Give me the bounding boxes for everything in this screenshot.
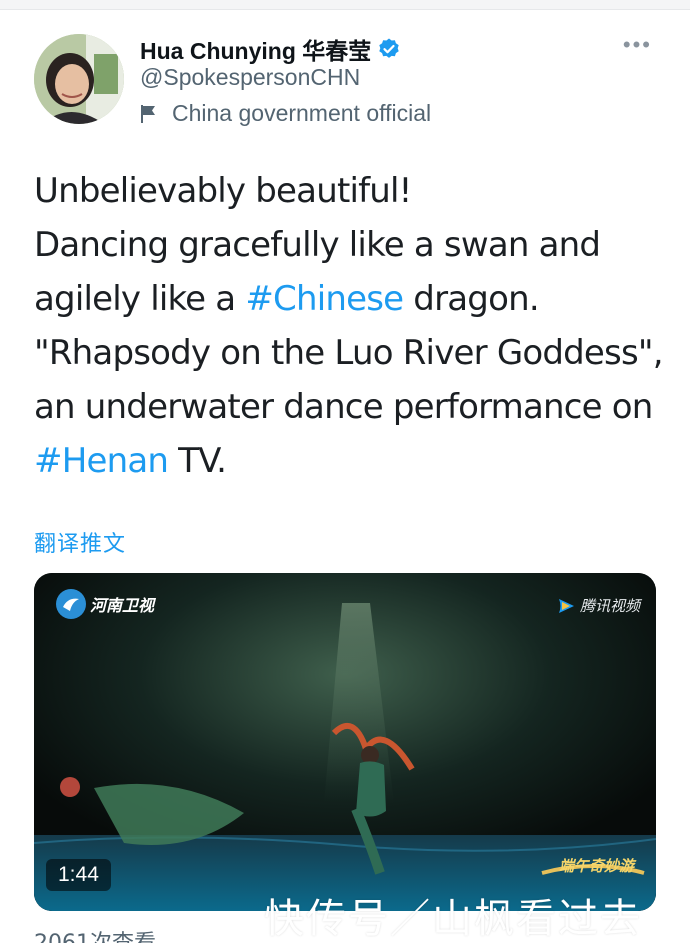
program-logo: 端午奇妙游 [558,858,634,875]
top-divider [0,0,690,10]
tweet-line: Dancing gracefully like a swan and [34,225,601,265]
tweet-line: an underwater dance performance on [34,387,653,427]
henan-tv-logo-icon [56,589,86,619]
tweet-text: Unbelievably beautiful! Dancing graceful… [34,164,674,488]
tencent-video-logo: 腾讯视频 [556,595,640,616]
tweet-header: Hua Chunying 华春莹 @SpokespersonCHN China … [34,30,664,130]
government-label: China government official [140,100,431,127]
henan-tv-logo: 河南卫视 [56,589,154,619]
author-handle[interactable]: @SpokespersonCHN [140,64,360,91]
video-duration: 1:44 [46,859,111,891]
video-player[interactable]: 河南卫视 腾讯视频 端午奇妙游 1:44 [34,573,656,911]
tweet-line: Unbelievably beautiful! [34,171,412,211]
tweet-line: #Henan TV. [34,441,227,481]
translate-tweet-link[interactable]: 翻译推文 [34,526,126,558]
government-label-text: China government official [172,100,432,126]
author-row: Hua Chunying 华春莹 [140,32,401,66]
tweet-line: "Rhapsody on the Luo River Goddess", [34,333,664,373]
author-name[interactable]: Hua Chunying 华春莹 [140,32,371,66]
flag-icon [141,104,155,123]
view-count: 2061次查看 [34,925,156,943]
verified-badge-icon [379,38,399,58]
source-watermark: 快传号／山枫看过去 [264,896,642,942]
play-logo-icon [558,598,574,613]
hashtag-link-henan[interactable]: #Henan [34,441,169,481]
avatar[interactable] [34,34,124,124]
more-horizontal-icon[interactable]: ••• [623,32,652,58]
hashtag-link-chinese[interactable]: #Chinese [245,279,404,319]
tweet-line: agilely like a #Chinese dragon. [34,279,540,319]
